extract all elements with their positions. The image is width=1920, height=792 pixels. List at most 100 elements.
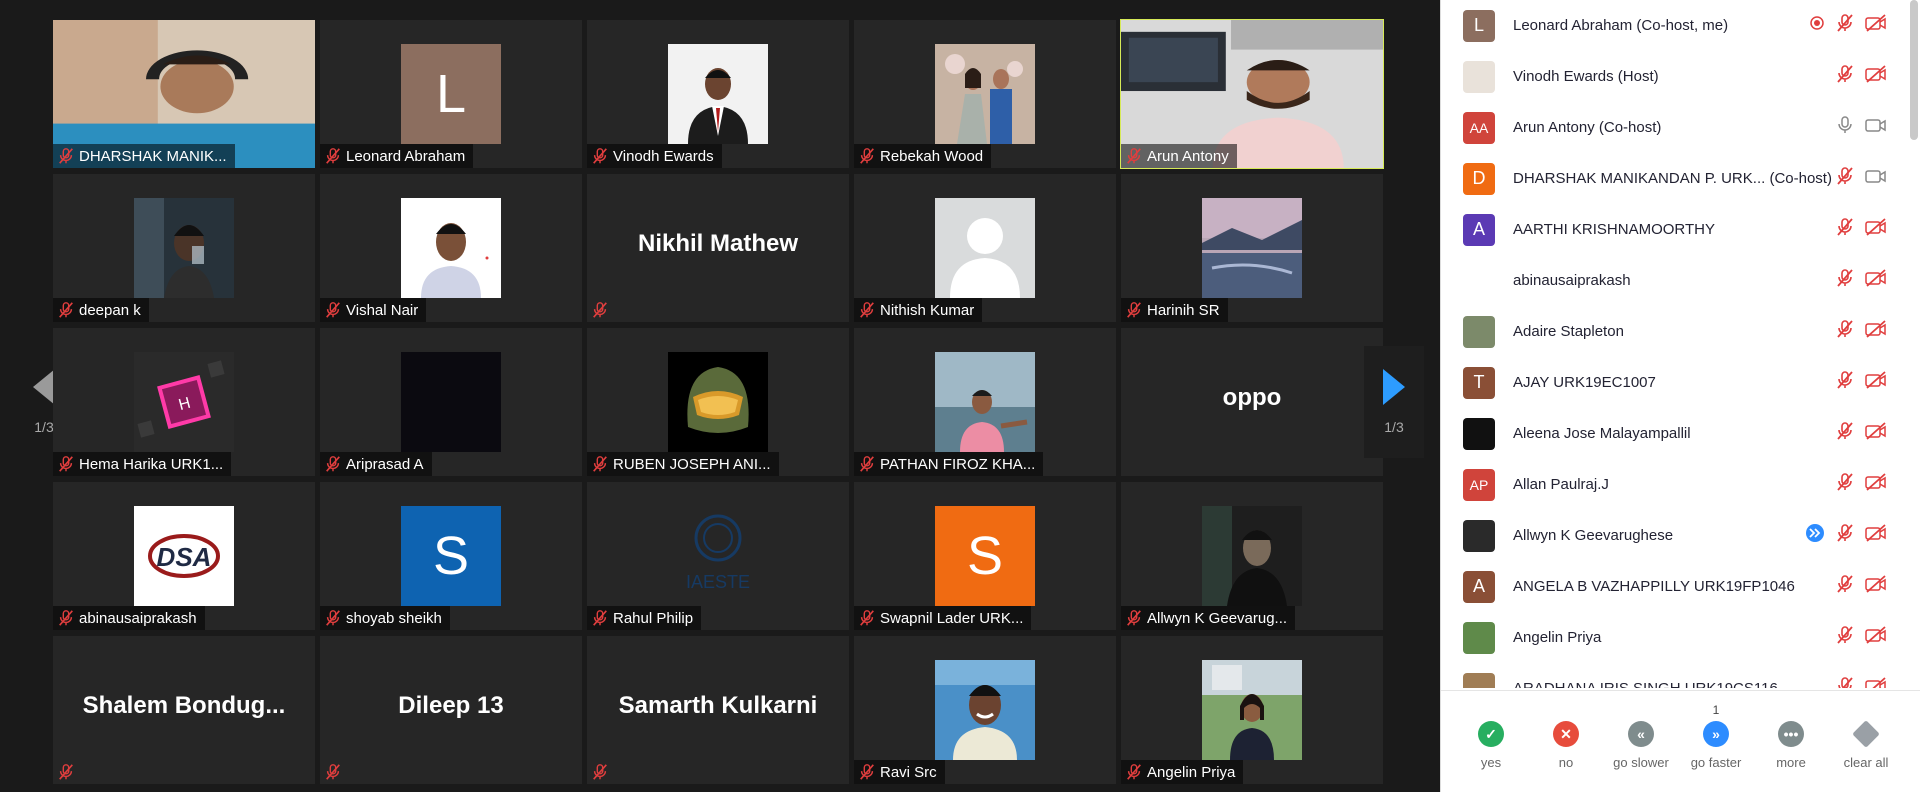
feedback-more-button[interactable]: ••• more [1753, 721, 1829, 770]
video-tile[interactable]: Rebekah Wood [854, 20, 1116, 168]
video-tile[interactable]: Harinih SR [1121, 174, 1383, 322]
video-tile[interactable]: Samarth Kulkarni [587, 636, 849, 784]
participant-list[interactable]: L Leonard Abraham (Co-host, me) Vinodh Ewa… [1441, 0, 1911, 688]
participant-name-tag: Rahul Philip [587, 606, 702, 630]
video-off-icon[interactable] [1865, 13, 1887, 38]
participant-name: Vinodh Ewards [613, 147, 714, 165]
participant-row[interactable]: Vinodh Ewards (Host) [1441, 51, 1911, 102]
participant-status-icons [1805, 510, 1887, 561]
participant-status-icons [1835, 357, 1887, 408]
muted-mic-icon[interactable] [1835, 523, 1855, 548]
participant-list-scrollbar[interactable] [1910, 0, 1918, 140]
video-tile[interactable]: L Leonard Abraham [320, 20, 582, 168]
next-page-button[interactable]: 1/3 [1364, 346, 1424, 458]
participant-profile-picture [134, 198, 234, 298]
video-tile[interactable]: Allwyn K Geevarug... [1121, 482, 1383, 630]
feedback-no-button[interactable]: ✕ no [1528, 721, 1604, 770]
video-tile[interactable]: S Swapnil Lader URK... [854, 482, 1116, 630]
feedback-clear-all-button[interactable]: clear all [1828, 720, 1904, 770]
participant-row[interactable]: Aleena Jose Malayampallil [1441, 408, 1911, 459]
muted-mic-icon[interactable] [1835, 268, 1855, 293]
muted-mic-icon[interactable] [1835, 217, 1855, 242]
video-tile[interactable]: H Hema Harika URK1... [53, 328, 315, 476]
video-off-icon[interactable] [1865, 64, 1887, 89]
participant-row[interactable]: Angelin Priya [1441, 612, 1911, 663]
video-off-icon[interactable] [1865, 472, 1887, 497]
video-tile[interactable]: Arun Antony [1120, 19, 1384, 169]
feedback-label: more [1776, 755, 1806, 770]
video-tile[interactable]: RUBEN JOSEPH ANI... [587, 328, 849, 476]
video-tile[interactable]: Angelin Priya [1121, 636, 1383, 784]
video-tile[interactable]: DSA abinausaiprakash [53, 482, 315, 630]
participant-name-tag: Vinodh Ewards [587, 144, 722, 168]
participant-name: Arun Antony (Co-host) [1513, 119, 1662, 136]
video-off-icon[interactable] [1865, 421, 1887, 446]
participant-display-name: Samarth Kulkarni [618, 692, 818, 719]
muted-mic-icon[interactable] [1835, 472, 1855, 497]
muted-mic-icon [858, 301, 876, 319]
video-off-icon[interactable] [1865, 268, 1887, 293]
video-icon[interactable] [1865, 115, 1887, 140]
feedback-label: no [1558, 755, 1574, 770]
participant-row[interactable]: A ANGELA B VAZHAPPILLY URK19FP1046 [1441, 561, 1911, 612]
participant-row[interactable]: L Leonard Abraham (Co-host, me) [1441, 0, 1911, 51]
video-tile[interactable]: Nithish Kumar [854, 174, 1116, 322]
participant-profile-picture [935, 198, 1035, 298]
video-tile[interactable]: oppo [1121, 328, 1383, 476]
participant-status-icons [1809, 0, 1887, 51]
muted-mic-icon[interactable] [1835, 421, 1855, 446]
muted-mic-icon[interactable] [1835, 676, 1855, 688]
participant-row[interactable]: A AARTHI KRISHNAMOORTHY [1441, 204, 1911, 255]
muted-mic-icon[interactable] [1835, 64, 1855, 89]
video-tile[interactable]: DHARSHAK MANIK... [53, 20, 315, 168]
video-tile[interactable]: IAESTE Rahul Philip [587, 482, 849, 630]
feedback-go-faster-button[interactable]: » go faster [1678, 721, 1754, 770]
video-off-icon[interactable] [1865, 574, 1887, 599]
video-off-icon[interactable] [1865, 676, 1887, 688]
participant-row[interactable]: abinausaiprakash [1441, 255, 1911, 306]
feedback-go-slower-button[interactable]: « go slower [1603, 721, 1679, 770]
muted-mic-icon[interactable] [1835, 319, 1855, 344]
video-tile[interactable]: PATHAN FIROZ KHA... [854, 328, 1116, 476]
video-tile[interactable]: Vishal Nair [320, 174, 582, 322]
participant-status-icons [1835, 204, 1887, 255]
video-icon[interactable] [1865, 166, 1887, 191]
video-tile[interactable]: Shalem Bondug... [53, 636, 315, 784]
participant-name-tag [53, 760, 83, 784]
participant-row[interactable]: Allwyn K Geevarughese [1441, 510, 1911, 561]
participant-row[interactable]: T AJAY URK19EC1007 [1441, 357, 1911, 408]
video-off-icon[interactable] [1865, 523, 1887, 548]
muted-mic-icon[interactable] [1835, 370, 1855, 395]
participant-row[interactable]: D DHARSHAK MANIKANDAN P. URK... (Co-host) [1441, 153, 1911, 204]
participant-name: ANGELA B VAZHAPPILLY URK19FP1046 [1513, 578, 1795, 595]
video-tile[interactable]: Ariprasad A [320, 328, 582, 476]
participant-row[interactable]: Adaire Stapleton [1441, 306, 1911, 357]
participant-avatar [1463, 264, 1495, 297]
participant-avatar [1463, 417, 1495, 450]
participants-panel: L Leonard Abraham (Co-host, me) Vinodh Ewa… [1440, 0, 1920, 792]
feedback-yes-button[interactable]: ✓ yes [1453, 721, 1529, 770]
video-tile[interactable]: deepan k [53, 174, 315, 322]
video-off-icon[interactable] [1865, 625, 1887, 650]
participant-name-tag: DHARSHAK MANIK... [53, 144, 235, 168]
video-tile[interactable]: Dileep 13 [320, 636, 582, 784]
video-off-icon[interactable] [1865, 217, 1887, 242]
video-tile[interactable]: Nikhil Mathew [587, 174, 849, 322]
muted-mic-icon[interactable] [1835, 13, 1855, 38]
video-tile[interactable]: Ravi Src [854, 636, 1116, 784]
muted-mic-icon[interactable] [1835, 166, 1855, 191]
participant-row[interactable]: AP Allan Paulraj.J [1441, 459, 1911, 510]
participant-status-icons [1835, 663, 1887, 688]
participant-name: Vishal Nair [346, 301, 419, 319]
video-tile[interactable]: Vinodh Ewards [587, 20, 849, 168]
arrow-left-icon [33, 369, 55, 405]
video-off-icon[interactable] [1865, 319, 1887, 344]
nonverbal-feedback-bar: ✓ yes ✕ no « go slower » go faster 1 ••• more clear… [1441, 690, 1920, 792]
video-off-icon[interactable] [1865, 370, 1887, 395]
muted-mic-icon[interactable] [1835, 625, 1855, 650]
participant-row[interactable]: ARADHANA IRIS SINGH URK19CS116 [1441, 663, 1911, 688]
mic-icon[interactable] [1835, 115, 1855, 140]
participant-row[interactable]: AA Arun Antony (Co-host) [1441, 102, 1911, 153]
muted-mic-icon[interactable] [1835, 574, 1855, 599]
video-tile[interactable]: Sshoyab sheikh [320, 482, 582, 630]
